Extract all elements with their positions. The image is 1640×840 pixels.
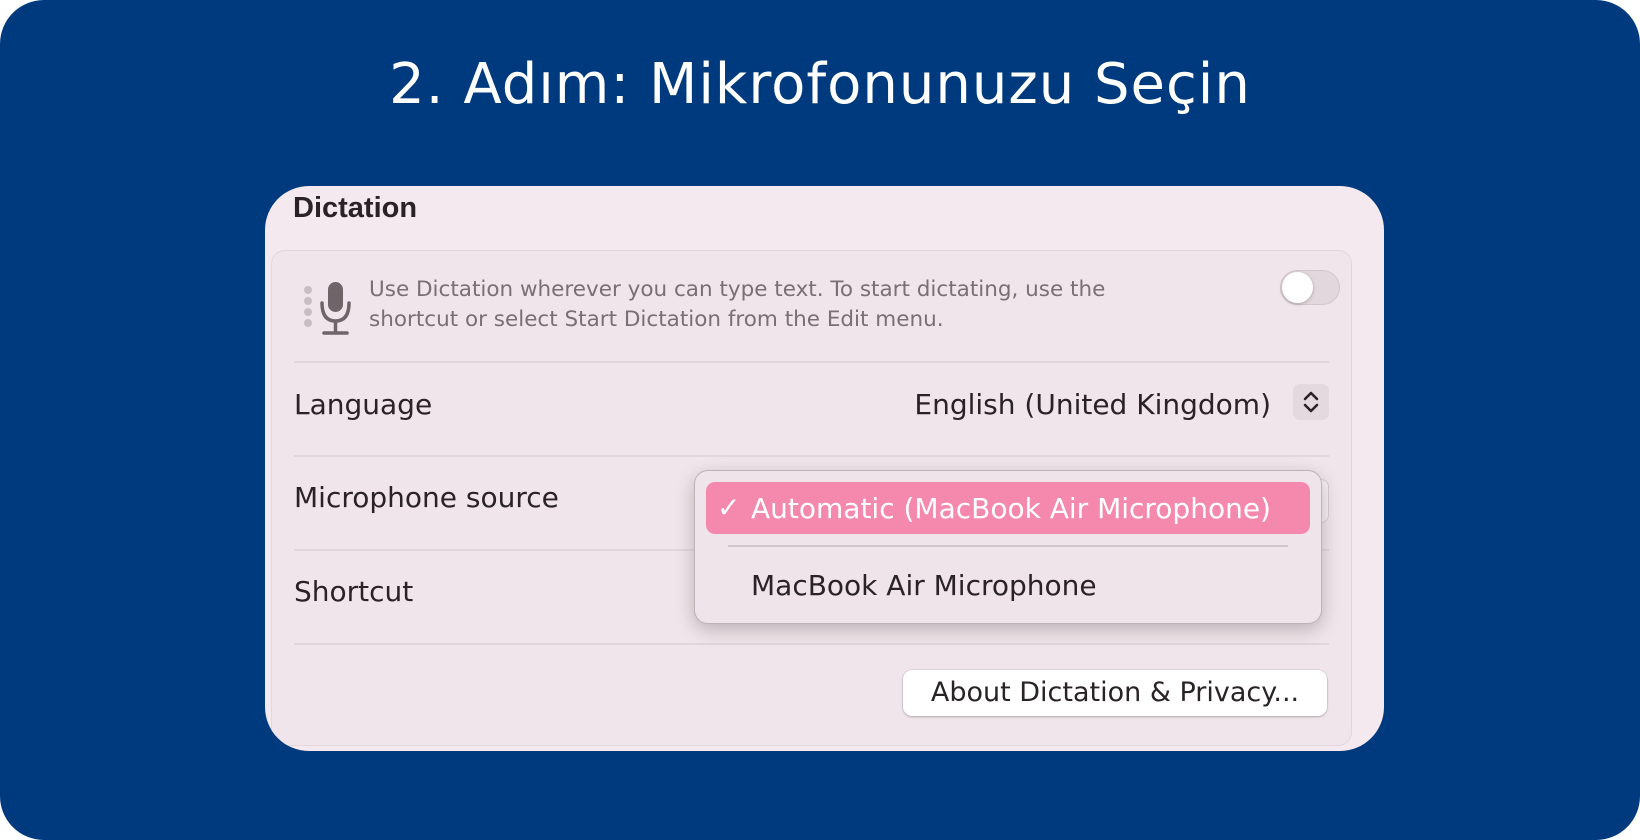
- menu-item-label: MacBook Air Microphone: [751, 569, 1097, 602]
- divider: [294, 643, 1329, 645]
- divider: [294, 361, 1329, 363]
- microphone-icon: [304, 282, 351, 335]
- checkmark-icon: ✓: [717, 491, 741, 524]
- language-select[interactable]: English (United Kingdom): [914, 388, 1271, 421]
- dictation-settings-panel: Dictation Use Dictation wherever you can…: [265, 186, 1384, 751]
- updown-chevron-icon: [1303, 391, 1319, 413]
- menu-item-automatic[interactable]: ✓ Automatic (MacBook Air Microphone): [706, 482, 1310, 534]
- divider: [294, 455, 1329, 457]
- menu-item-label: Automatic (MacBook Air Microphone): [751, 492, 1271, 525]
- toggle-knob: [1282, 272, 1313, 303]
- step-title: 2. Adım: Mikrofonunuzu Seçin: [389, 52, 1251, 117]
- microphone-source-label: Microphone source: [294, 481, 559, 514]
- shortcut-label: Shortcut: [294, 575, 414, 608]
- dictation-intro-row: Use Dictation wherever you can type text…: [272, 251, 1351, 361]
- about-dictation-button[interactable]: About Dictation & Privacy...: [903, 670, 1327, 716]
- banner-frame: 2. Adım: Mikrofonunuzu Seçin Dictation U…: [0, 0, 1640, 840]
- section-heading: Dictation: [293, 192, 418, 224]
- dictation-description: Use Dictation wherever you can type text…: [369, 277, 1106, 332]
- menu-divider: [728, 545, 1288, 547]
- microphone-dropdown-menu: ✓ Automatic (MacBook Air Microphone) Mac…: [694, 470, 1322, 624]
- dictation-toggle[interactable]: [1280, 270, 1340, 305]
- menu-item-macbook-air-microphone[interactable]: MacBook Air Microphone: [706, 559, 1310, 611]
- language-stepper[interactable]: [1293, 384, 1329, 420]
- language-label: Language: [294, 388, 433, 421]
